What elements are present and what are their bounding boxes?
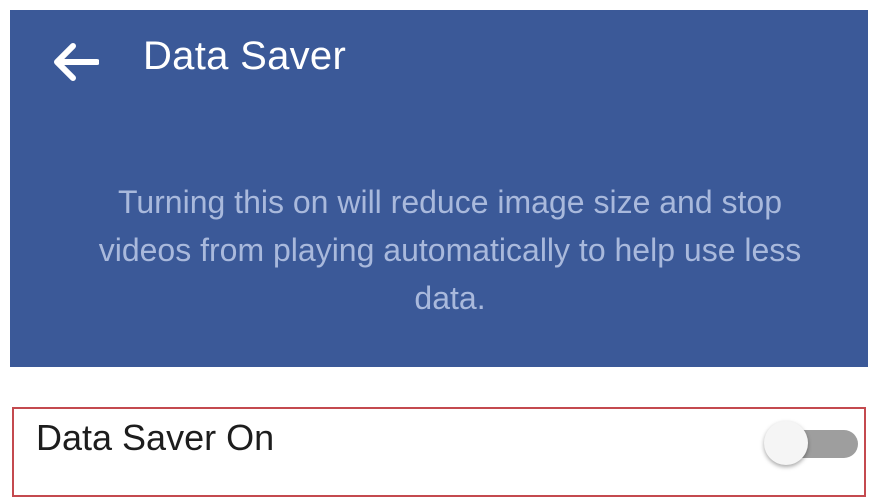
- toggle-thumb: [764, 421, 808, 465]
- data-saver-setting-row[interactable]: Data Saver On: [12, 407, 866, 497]
- data-saver-label: Data Saver On: [36, 417, 275, 458]
- data-saver-screen: Data Saver Turning this on will reduce i…: [0, 0, 869, 501]
- data-saver-toggle[interactable]: [764, 417, 860, 467]
- back-button[interactable]: [48, 34, 104, 90]
- header-panel: Data Saver Turning this on will reduce i…: [10, 10, 868, 367]
- data-saver-description: Turning this on will reduce image size a…: [98, 184, 802, 316]
- page-title: Data Saver: [143, 34, 347, 78]
- arrow-left-icon: [54, 43, 99, 81]
